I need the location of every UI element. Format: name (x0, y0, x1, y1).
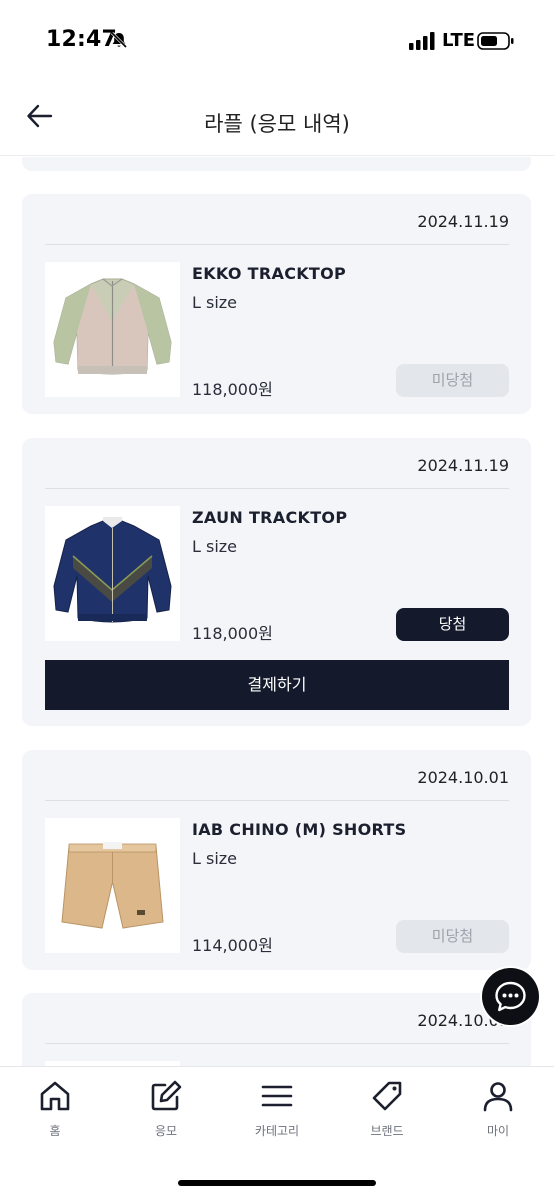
status-time: 12:47 (46, 27, 118, 52)
status-badge-win: 당첨 (396, 608, 509, 641)
divider (45, 244, 509, 245)
entry-card[interactable]: 2024.11.19 EKKO TRACKTOP L size 118,000원… (22, 194, 531, 414)
network-type: LTE (442, 30, 476, 51)
product-size: L size (192, 293, 238, 312)
status-badge-lose: 미당첨 (396, 920, 509, 953)
entry-date: 2024.11.19 (417, 456, 509, 475)
product-image[interactable] (45, 818, 180, 953)
entry-card[interactable]: 2024.11.19 ZAUN TRACKTOP L size 118,000원… (22, 438, 531, 726)
raffle-entry-list[interactable]: 2024.11.19 EKKO TRACKTOP L size 118,000원… (0, 157, 554, 1066)
product-image[interactable] (45, 506, 180, 641)
nav-label: 마이 (486, 1124, 510, 1138)
page-header: 라플 (응모 내역) (0, 84, 554, 156)
nav-my[interactable]: 마이 (453, 1079, 543, 1159)
entry-card-partial (22, 157, 531, 171)
divider (45, 1043, 509, 1044)
nav-label: 응모 (154, 1124, 178, 1138)
nav-home[interactable]: 홈 (10, 1079, 100, 1159)
home-indicator (178, 1180, 376, 1186)
divider (45, 800, 509, 801)
nav-label: 브랜드 (370, 1124, 404, 1138)
product-size: L size (192, 849, 238, 868)
product-name[interactable]: EKKO TRACKTOP (192, 264, 346, 283)
page-title: 라플 (응모 내역) (204, 112, 350, 136)
product-size: L size (192, 537, 238, 556)
edit-icon (151, 1080, 182, 1111)
product-name[interactable]: ZAUN TRACKTOP (192, 508, 347, 527)
nav-label: 홈 (49, 1124, 61, 1138)
nav-category[interactable]: 카테고리 (232, 1079, 322, 1159)
bell-muted-icon (110, 31, 128, 49)
home-icon (40, 1081, 70, 1111)
chat-button[interactable] (482, 968, 539, 1025)
divider (45, 488, 509, 489)
product-image[interactable] (45, 262, 180, 397)
entry-date: 2024.10.01 (417, 768, 509, 787)
signal-icon (409, 32, 435, 50)
entry-card[interactable]: 2024.10.01 IAB CHINO (M) SHORTS L size 1… (22, 750, 531, 970)
nav-label: 카테고리 (254, 1124, 300, 1138)
product-name[interactable]: IAB CHINO (M) SHORTS (192, 820, 406, 839)
chat-bubble-icon (495, 981, 526, 1012)
entry-date: 2024.11.19 (417, 212, 509, 231)
product-price: 118,000원 (192, 380, 273, 399)
user-icon (483, 1082, 513, 1112)
pay-button[interactable]: 결제하기 (45, 660, 509, 710)
menu-icon (261, 1085, 293, 1107)
battery-icon (477, 32, 514, 50)
status-badge-lose: 미당첨 (396, 364, 509, 397)
status-bar: 12:47 LTE (0, 0, 554, 84)
tag-icon (372, 1081, 402, 1111)
nav-brand[interactable]: 브랜드 (342, 1079, 432, 1159)
nav-entries[interactable]: 응모 (121, 1079, 211, 1159)
product-price: 118,000원 (192, 624, 273, 643)
entry-card[interactable]: 2024.10.01 (22, 993, 531, 1066)
product-price: 114,000원 (192, 936, 273, 955)
